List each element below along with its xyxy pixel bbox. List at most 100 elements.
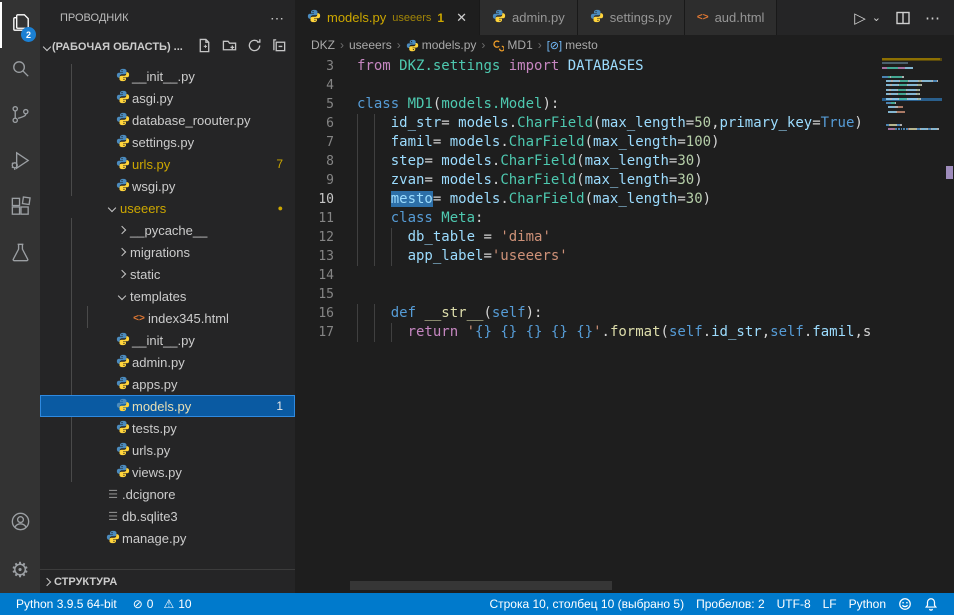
problems-status-item[interactable]: ⊘0⚠10 xyxy=(127,593,198,615)
minimap[interactable] xyxy=(880,55,944,593)
breadcrumb: DKZ›useeers›models.py›MD1›[⊘]mesto xyxy=(295,35,954,55)
run-debug-activity-button[interactable] xyxy=(0,140,40,186)
tree-item-urls-py[interactable]: urls.py xyxy=(40,439,295,461)
tree-item-label: settings.py xyxy=(132,135,194,150)
refresh-icon[interactable] xyxy=(247,38,262,56)
search-activity-button[interactable] xyxy=(0,48,40,94)
settings-button[interactable]: ⚙ xyxy=(0,547,40,593)
indent-guide xyxy=(357,152,358,171)
tree-item-apps-py[interactable]: apps.py xyxy=(40,373,295,395)
split-editor-button[interactable] xyxy=(895,10,911,26)
indent-guide xyxy=(374,190,375,209)
tree-item-urls-py[interactable]: urls.py7 xyxy=(40,153,295,175)
breadcrumb-item-models.py[interactable]: models.py xyxy=(406,38,477,52)
tree-item-manage-py[interactable]: manage.py xyxy=(40,527,295,549)
tree-item-db-sqlite3[interactable]: ☰db.sqlite3 xyxy=(40,505,295,527)
tree-item-models-py[interactable]: models.py1 xyxy=(40,395,295,417)
indent-guide xyxy=(391,323,392,342)
more-actions-button[interactable]: ⋯ xyxy=(925,9,940,27)
feedback-status-item[interactable] xyxy=(892,597,918,611)
tree-item-asgi-py[interactable]: asgi.py xyxy=(40,87,295,109)
tree-item-index345-html[interactable]: <>index345.html xyxy=(40,307,295,329)
notifications-bell-status-item[interactable] xyxy=(918,597,944,611)
tree-folder-templates[interactable]: templates xyxy=(40,285,295,307)
search-icon xyxy=(9,57,32,85)
tree-item--dcignore[interactable]: ☰.dcignore xyxy=(40,483,295,505)
python-interpreter-status-item[interactable]: Python 3.9.5 64-bit xyxy=(10,593,123,615)
tree-item-label: migrations xyxy=(130,245,190,260)
tree-item-label: static xyxy=(130,267,160,282)
tree-item-tests-py[interactable]: tests.py xyxy=(40,417,295,439)
code-line-7: 7 famil= models.CharField(max_length=100… xyxy=(295,133,870,152)
tree-item-wsgi-py[interactable]: wsgi.py xyxy=(40,175,295,197)
workspace-section-actions xyxy=(197,38,287,56)
chevron-down-icon xyxy=(104,205,120,211)
line-number: 9 xyxy=(295,171,334,190)
line-content: class Meta: xyxy=(357,209,483,228)
source-control-activity-button[interactable] xyxy=(0,94,40,140)
tree-item-indexelement[interactable]: indexelement xyxy=(40,58,295,65)
breadcrumb-item-md1[interactable]: MD1 xyxy=(490,38,532,52)
close-icon[interactable]: ✕ xyxy=(456,10,467,26)
tree-item-database-roouter-py[interactable]: database_roouter.py xyxy=(40,109,295,131)
minimap-line xyxy=(882,111,942,114)
outline-section-header[interactable]: СТРУКТУРА xyxy=(40,569,295,593)
tab-admin-py[interactable]: admin.py xyxy=(480,0,578,35)
breadcrumb-item-dkz[interactable]: DKZ xyxy=(311,38,335,52)
encoding-status-item[interactable]: UTF-8 xyxy=(771,597,817,611)
breadcrumb-item-useeers[interactable]: useeers xyxy=(349,38,392,52)
tree-item-label: urls.py xyxy=(132,157,170,172)
tree-item-views-py[interactable]: views.py xyxy=(40,461,295,483)
python-file-icon xyxy=(116,420,130,437)
vscode-window: 2⚙ ПРОВОДНИК ⋯ (РАБОЧАЯ ОБЛАСТЬ) ... ind… xyxy=(0,0,954,615)
notifications-bell-icon xyxy=(924,597,938,611)
horizontal-scrollbar-thumb[interactable] xyxy=(350,581,612,590)
tree-item--init-py[interactable]: __init__.py xyxy=(40,65,295,87)
tab-settings-py[interactable]: settings.py xyxy=(578,0,685,35)
new-folder-icon[interactable] xyxy=(222,38,237,56)
collapse-all-icon[interactable] xyxy=(272,38,287,56)
minimap-line xyxy=(882,124,942,127)
run-button[interactable]: ▷ xyxy=(854,9,866,27)
cursor-position-status-item[interactable]: Строка 10, столбец 10 (выбрано 5) xyxy=(483,597,690,611)
python-file-icon xyxy=(492,9,506,26)
tree-item-label: asgi.py xyxy=(132,91,173,106)
python-file-icon xyxy=(116,376,130,393)
indentation-status-item[interactable]: Пробелов: 2 xyxy=(690,597,771,611)
extensions-activity-button[interactable] xyxy=(0,186,40,232)
tree-folder-static[interactable]: static xyxy=(40,263,295,285)
tree-item-admin-py[interactable]: admin.py xyxy=(40,351,295,373)
breadcrumb-label: MD1 xyxy=(507,38,532,52)
line-content: def __str__(self): xyxy=(357,304,542,323)
tree-folder-migrations[interactable]: migrations xyxy=(40,241,295,263)
run-dropdown-button[interactable]: ⌄ xyxy=(872,11,881,24)
breadcrumb-separator-icon: › xyxy=(397,38,401,52)
indent-guide xyxy=(391,247,392,266)
breadcrumb-item-mesto[interactable]: [⊘]mesto xyxy=(547,38,598,52)
editor-pane[interactable]: 3from DKZ.settings import DATABASES45cla… xyxy=(295,55,954,593)
minimap-line xyxy=(882,76,942,79)
account-button[interactable] xyxy=(0,501,40,547)
tab-aud-html[interactable]: <>aud.html xyxy=(685,0,778,35)
html-file-icon: <> xyxy=(133,313,145,324)
minimap-line xyxy=(882,115,942,118)
eol-status-item[interactable]: LF xyxy=(817,597,843,611)
tree-folder-useeers[interactable]: useeers● xyxy=(40,197,295,219)
python-file-icon xyxy=(116,442,130,459)
language-mode-status-item[interactable]: Python xyxy=(843,597,892,611)
views-and-more-actions-button[interactable]: ⋯ xyxy=(270,10,285,27)
explorer-activity-button[interactable]: 2 xyxy=(0,2,40,48)
code-area[interactable]: 3from DKZ.settings import DATABASES45cla… xyxy=(295,57,870,342)
code-line-17: 17 return '{} {} {} {} {}'.format(self.i… xyxy=(295,323,870,342)
indent-guide xyxy=(391,228,392,247)
warning-count: 10 xyxy=(178,597,191,611)
tree-item-settings-py[interactable]: settings.py xyxy=(40,131,295,153)
tree-item--init-py[interactable]: __init__.py xyxy=(40,329,295,351)
extensions-icon xyxy=(9,195,32,223)
new-file-icon[interactable] xyxy=(197,38,212,56)
tab-models-py[interactable]: models.pyuseeers1✕ xyxy=(295,0,480,35)
workspace-section-header[interactable]: (РАБОЧАЯ ОБЛАСТЬ) ... xyxy=(40,36,295,58)
breadcrumb-separator-icon: › xyxy=(538,38,542,52)
tree-folder--pycache-[interactable]: __pycache__ xyxy=(40,219,295,241)
testing-activity-button[interactable] xyxy=(0,232,40,278)
